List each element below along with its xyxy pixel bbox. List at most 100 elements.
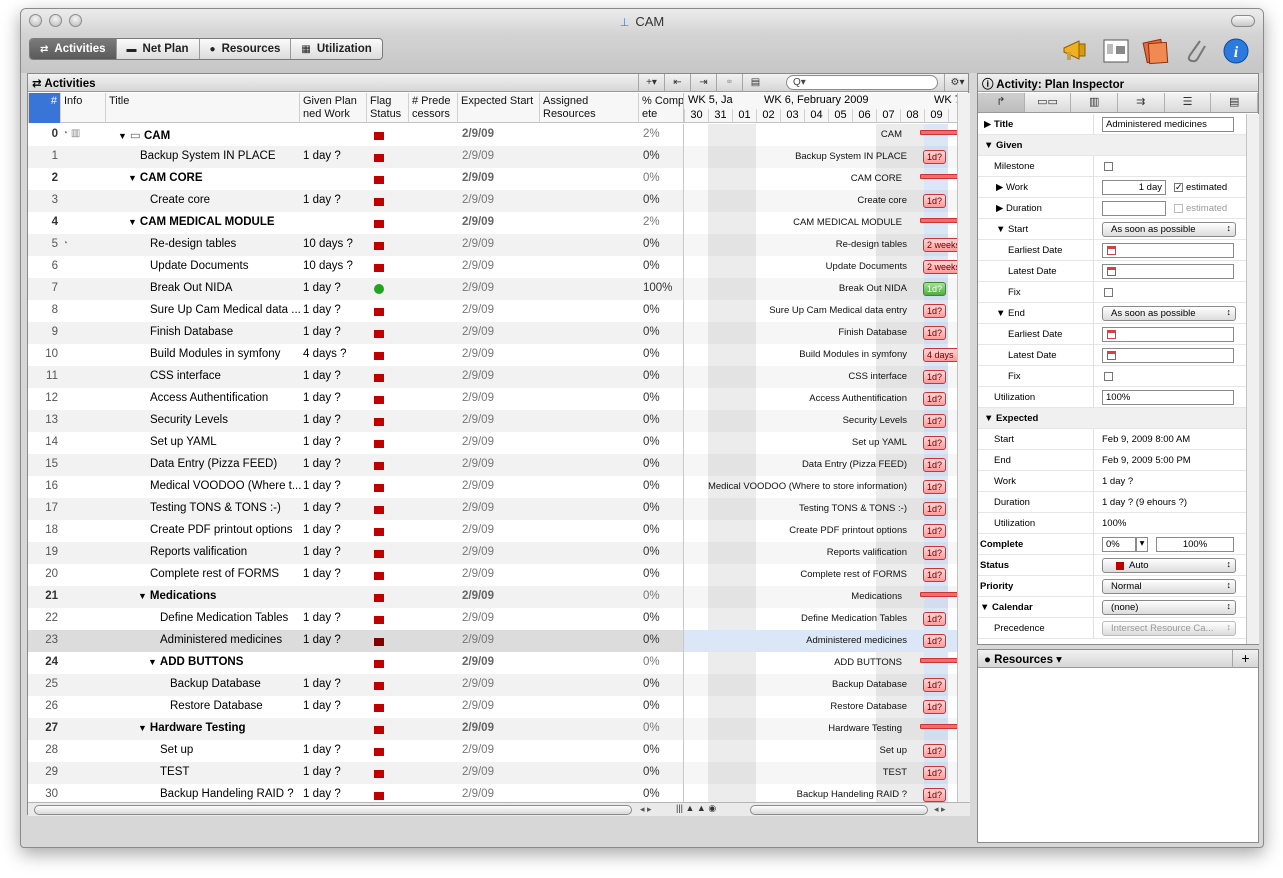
percent-complete[interactable]: 0%: [643, 678, 683, 690]
disclosure-triangle-icon[interactable]: ▼: [138, 723, 147, 733]
scroll-arrows-icon[interactable]: ◂ ▸: [640, 804, 652, 815]
table-row[interactable]: 14 Set up YAML 1 day ? 2/9/09 0%: [28, 432, 683, 454]
tab-activities[interactable]: ⇄ Activities: [30, 39, 117, 59]
flag-status-icon[interactable]: [374, 462, 384, 470]
flag-status-icon[interactable]: [374, 154, 384, 162]
percent-complete[interactable]: 0%: [643, 304, 683, 316]
start-earliest-date-field[interactable]: [1102, 243, 1234, 258]
duration-label[interactable]: ▶ Duration: [996, 203, 1042, 214]
percent-complete[interactable]: 0%: [643, 656, 683, 668]
table-row[interactable]: 25 Backup Database 1 day ? 2/9/09 0%: [28, 674, 683, 696]
priority-popup[interactable]: Normal: [1102, 579, 1236, 594]
table-row[interactable]: 22 Define Medication Tables 1 day ? 2/9/09 0…: [28, 608, 683, 630]
flag-status-icon[interactable]: [374, 638, 384, 646]
gantt-bar[interactable]: 1d?: [923, 304, 947, 318]
table-row[interactable]: 11 CSS interface 1 day ? 2/9/09 0%: [28, 366, 683, 388]
col-predecessors[interactable]: # Prede cessors: [408, 93, 457, 123]
work-label[interactable]: ▶ Work: [996, 182, 1028, 193]
disclosure-triangle-icon[interactable]: ▼: [148, 657, 157, 667]
planned-work[interactable]: 1 day ?: [303, 194, 367, 206]
tab-net-plan[interactable]: ▬ Net Plan: [117, 39, 200, 59]
complete-combo[interactable]: 0%: [1102, 537, 1136, 552]
planned-work[interactable]: 1 day ?: [303, 634, 367, 646]
gantt-summary-bar[interactable]: [920, 218, 957, 223]
percent-complete[interactable]: 0%: [643, 546, 683, 558]
complete-field[interactable]: 100%: [1156, 537, 1234, 552]
complete-combo-arrow-icon[interactable]: ▾: [1136, 537, 1148, 552]
library-icon[interactable]: [1141, 36, 1171, 66]
activity-title[interactable]: ▼ ADD BUTTONS: [148, 656, 333, 668]
table-row[interactable]: 21 ▼ Medications 2/9/09 0%: [28, 586, 683, 608]
gantt-bar[interactable]: 1d?: [923, 634, 947, 648]
table-row[interactable]: 4 ▼ CAM MEDICAL MODULE 2/9/09 2%: [28, 212, 683, 234]
tab-resources-insp[interactable]: ▥: [1071, 93, 1119, 112]
status-popup[interactable]: Auto: [1102, 558, 1236, 573]
gantt-bar[interactable]: 1d?: [923, 392, 947, 406]
end-popup[interactable]: As soon as possible: [1102, 306, 1236, 321]
search-input[interactable]: Q▾: [786, 75, 938, 90]
table-scroll-thumb[interactable]: [34, 805, 632, 815]
table-row[interactable]: 27 ▼ Hardware Testing 2/9/09 0%: [28, 718, 683, 740]
percent-complete[interactable]: 0%: [643, 172, 683, 184]
planned-work[interactable]: 1 day ?: [303, 502, 367, 514]
gantt-scroll-thumb[interactable]: [750, 805, 928, 815]
expected-label[interactable]: ▼ Expected: [984, 413, 1038, 424]
percent-complete[interactable]: 0%: [643, 722, 683, 734]
percent-complete[interactable]: 0%: [643, 436, 683, 448]
activity-title[interactable]: Backup System IN PLACE: [140, 150, 325, 162]
calendar-icon[interactable]: [1107, 267, 1116, 276]
planned-work[interactable]: 1 day ?: [303, 568, 367, 580]
flag-status-icon[interactable]: [374, 242, 384, 250]
percent-complete[interactable]: 100%: [643, 282, 683, 294]
table-row[interactable]: 6 Update Documents 10 days ? 2/9/09 0%: [28, 256, 683, 278]
tab-notes[interactable]: ☰: [1165, 93, 1212, 112]
gantt-bar[interactable]: 4 days: [923, 348, 957, 362]
gantt-bar[interactable]: 2 weeks: [923, 238, 957, 252]
tab-utilization[interactable]: ▦ Utilization: [291, 39, 381, 59]
disclosure-triangle-icon[interactable]: ▼: [118, 131, 127, 141]
percent-complete[interactable]: 0%: [643, 260, 683, 272]
duration-field[interactable]: [1102, 201, 1166, 216]
flag-status-icon[interactable]: [374, 660, 384, 668]
gantt-bar[interactable]: 1d?: [923, 150, 947, 164]
percent-complete[interactable]: 0%: [643, 392, 683, 404]
table-row[interactable]: 17 Testing TONS & TONS :-) 1 day ? 2/9/09 0%: [28, 498, 683, 520]
gantt-bar[interactable]: 1d?: [923, 414, 947, 428]
calendar-icon[interactable]: [1107, 246, 1116, 255]
start-latest-date-field[interactable]: [1102, 264, 1234, 279]
percent-complete[interactable]: 0%: [643, 414, 683, 426]
start-label[interactable]: ▼ Start: [996, 224, 1028, 235]
flag-status-icon[interactable]: [374, 704, 384, 712]
table-row[interactable]: 15 Data Entry (Pizza FEED) 1 day ? 2/9/09 0%: [28, 454, 683, 476]
gantt-summary-bar[interactable]: [920, 592, 957, 597]
activity-title[interactable]: ▼ Hardware Testing: [138, 722, 323, 734]
percent-complete[interactable]: 0%: [643, 194, 683, 206]
planned-work[interactable]: 1 day ?: [303, 414, 367, 426]
percent-complete[interactable]: 0%: [643, 458, 683, 470]
table-row[interactable]: 18 Create PDF printout options 1 day ? 2/9/…: [28, 520, 683, 542]
planned-work[interactable]: 1 day ?: [303, 370, 367, 382]
end-fix-checkbox[interactable]: [1104, 372, 1113, 381]
planned-work[interactable]: 1 day ?: [303, 436, 367, 448]
gantt-bar[interactable]: 1d?: [923, 436, 947, 450]
table-row[interactable]: 13 Security Levels 1 day ? 2/9/09 0%: [28, 410, 683, 432]
outdent-button[interactable]: ⇤: [664, 74, 690, 92]
flag-status-icon[interactable]: [374, 176, 384, 184]
col-number[interactable]: #: [28, 93, 60, 123]
table-row[interactable]: 1 Backup System IN PLACE 1 day ? 2/9/09 0%: [28, 146, 683, 168]
gear-icon[interactable]: ⚙▾: [944, 74, 970, 92]
start-fix-checkbox[interactable]: [1104, 288, 1113, 297]
planned-work[interactable]: 1 day ?: [303, 282, 367, 294]
flag-status-icon[interactable]: [374, 330, 384, 338]
col-expected-start[interactable]: Expected Start: [457, 93, 539, 123]
flag-status-icon[interactable]: [374, 484, 384, 492]
add-resource-button[interactable]: +: [1232, 650, 1258, 668]
gantt-summary-bar[interactable]: [920, 174, 957, 179]
percent-complete[interactable]: 0%: [643, 634, 683, 646]
percent-complete[interactable]: 0%: [643, 744, 683, 756]
percent-complete[interactable]: 0%: [643, 348, 683, 360]
percent-complete[interactable]: 0%: [643, 590, 683, 602]
planned-work[interactable]: 1 day ?: [303, 150, 367, 162]
disclosure-triangle-icon[interactable]: ▼: [138, 591, 147, 601]
title-field[interactable]: Administered medicines: [1102, 117, 1234, 132]
